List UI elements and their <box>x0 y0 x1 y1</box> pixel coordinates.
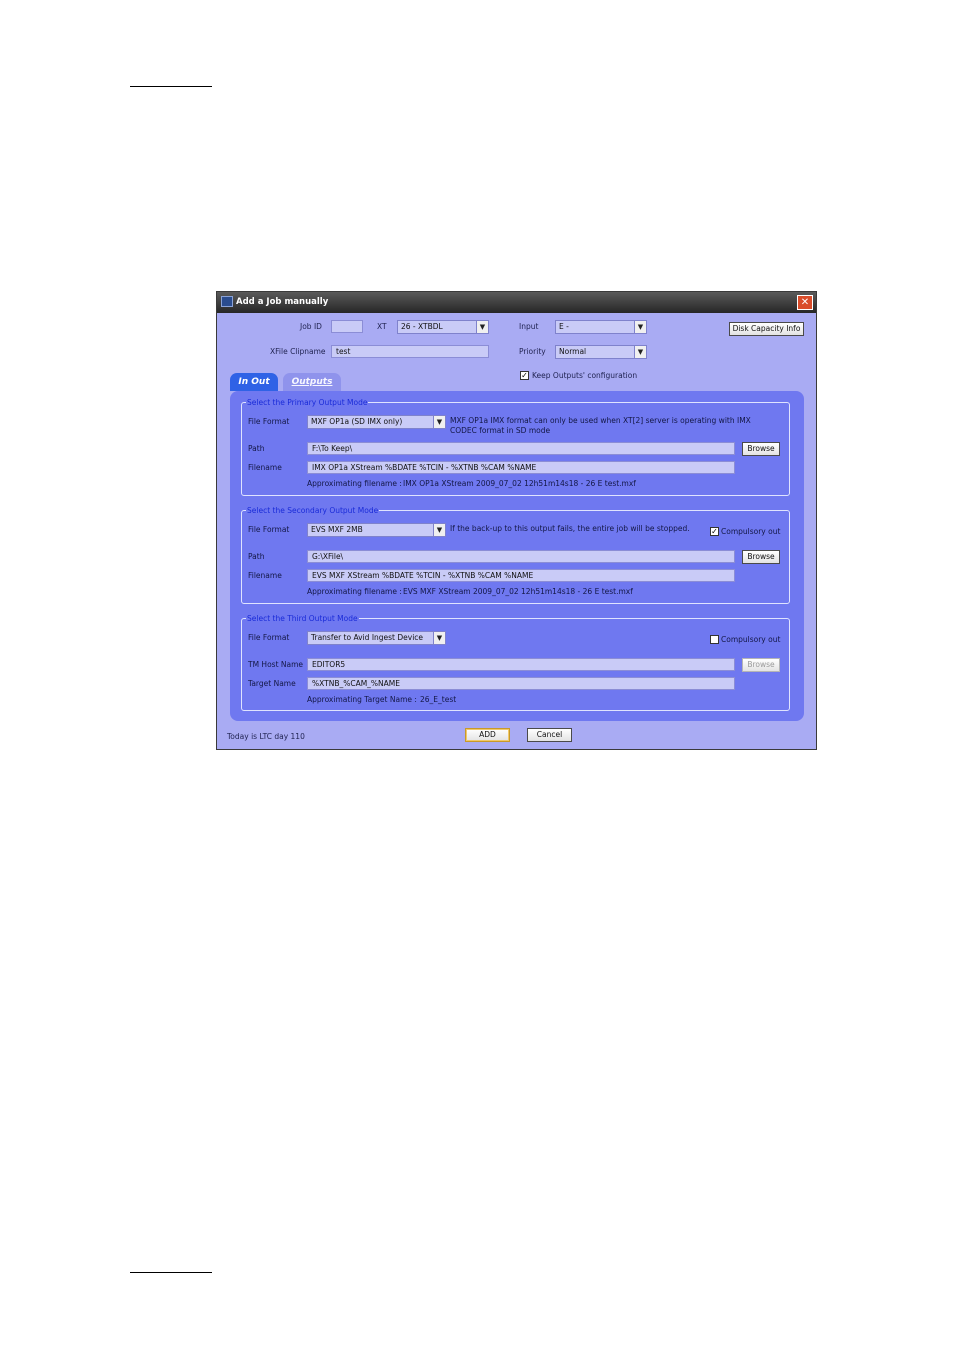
secondary-browse-button[interactable]: Browse <box>742 550 780 564</box>
secondary-format-note: If the back-up to this output fails, the… <box>450 524 690 533</box>
target-name-input[interactable]: %XTNB_%CAM_%NAME <box>307 677 735 690</box>
chevron-down-icon[interactable]: ▼ <box>634 346 646 358</box>
primary-filename-label: Filename <box>248 463 282 472</box>
chevron-down-icon[interactable]: ▼ <box>433 416 445 428</box>
primary-format-note: MXF OP1a IMX format can only be used whe… <box>450 416 751 435</box>
chevron-down-icon[interactable]: ▼ <box>634 321 646 333</box>
chevron-down-icon[interactable]: ▼ <box>433 632 445 644</box>
chevron-down-icon[interactable]: ▼ <box>433 524 445 536</box>
app-icon <box>221 296 233 307</box>
primary-path-label: Path <box>248 444 265 453</box>
xt-select[interactable]: 26 - XTBDL ▼ <box>397 320 489 334</box>
close-button[interactable]: ✕ <box>797 295 813 310</box>
third-compulsory-label: Compulsory out <box>721 635 781 644</box>
add-job-dialog: Add a Job manually ✕ Job ID XT 26 - XTBD… <box>216 291 817 750</box>
xfile-clipname-input[interactable]: test <box>331 345 489 358</box>
target-name-label: Target Name <box>248 679 296 688</box>
secondary-filename-input[interactable]: EVS MXF XStream %BDATE %TCIN - %XTNB %CA… <box>307 569 735 582</box>
primary-filename-input[interactable]: IMX OP1a XStream %BDATE %TCIN - %XTNB %C… <box>307 461 735 474</box>
priority-select-value: Normal <box>559 347 587 356</box>
secondary-filename-label: Filename <box>248 571 282 580</box>
job-id-input[interactable] <box>331 320 363 333</box>
input-label: Input <box>519 322 539 331</box>
secondary-file-format-value: EVS MXF 2MB <box>311 525 363 534</box>
primary-approx-value: IMX OP1a XStream 2009_07_02 12h51m14s18 … <box>403 479 636 488</box>
secondary-compulsory-label: Compulsory out <box>721 527 781 536</box>
secondary-file-format-label: File Format <box>248 525 290 534</box>
header-rule <box>130 86 212 87</box>
primary-path-input[interactable]: F:\To Keep\ <box>307 442 735 455</box>
primary-output-legend: Select the Primary Output Mode <box>247 398 368 407</box>
secondary-path-input[interactable]: G:\XFile\ <box>307 550 735 563</box>
priority-label: Priority <box>519 347 546 356</box>
in-out-panel: Select the Primary Output Mode File Form… <box>230 391 804 721</box>
footer-rule <box>130 1272 212 1273</box>
title-bar[interactable]: Add a Job manually ✕ <box>217 292 816 313</box>
tm-host-name-label: TM Host Name <box>248 660 304 669</box>
priority-select[interactable]: Normal ▼ <box>555 345 647 359</box>
third-file-format-value: Transfer to Avid Ingest Device <box>311 633 424 642</box>
secondary-output-legend: Select the Secondary Output Mode <box>247 506 379 515</box>
chevron-down-icon[interactable]: ▼ <box>476 321 488 333</box>
third-file-format-label: File Format <box>248 633 290 642</box>
secondary-compulsory-checkbox[interactable]: ✓ <box>710 527 719 536</box>
keep-outputs-label: Keep Outputs' configuration <box>532 371 638 380</box>
third-approx-value: 26_E_test <box>420 695 457 704</box>
xt-select-value: 26 - XTBDL <box>401 322 443 331</box>
xt-label: XT <box>377 322 387 331</box>
third-file-format-select[interactable]: Transfer to Avid Ingest Device ▼ <box>307 631 446 645</box>
tab-outputs[interactable]: Outputs <box>283 373 341 391</box>
tab-in-out[interactable]: In Out <box>230 373 278 391</box>
add-button[interactable]: ADD <box>465 728 510 742</box>
secondary-approx-value: EVS MXF XStream 2009_07_02 12h51m14s18 -… <box>403 587 633 596</box>
job-id-label: Job ID <box>300 322 322 331</box>
primary-browse-button[interactable]: Browse <box>742 442 780 456</box>
cancel-button[interactable]: Cancel <box>527 728 572 742</box>
ltc-day-status: Today is LTC day 110 <box>227 732 305 741</box>
xfile-clipname-label: XFile Clipname <box>270 347 326 356</box>
primary-file-format-value: MXF OP1a (SD IMX only) <box>311 417 403 426</box>
input-select[interactable]: E - ▼ <box>555 320 647 334</box>
window-title: Add a Job manually <box>236 297 329 307</box>
third-approx-label: Approximating Target Name : <box>307 695 417 704</box>
primary-file-format-label: File Format <box>248 417 290 426</box>
third-output-legend: Select the Third Output Mode <box>247 614 358 623</box>
secondary-file-format-select[interactable]: EVS MXF 2MB ▼ <box>307 523 446 537</box>
primary-approx-label: Approximating filename : <box>307 479 402 488</box>
third-compulsory-checkbox[interactable] <box>710 635 719 644</box>
tm-host-name-input[interactable]: EDITOR5 <box>307 658 735 671</box>
input-select-value: E - <box>559 322 569 331</box>
third-browse-button[interactable]: Browse <box>742 658 780 672</box>
secondary-approx-label: Approximating filename : <box>307 587 402 596</box>
secondary-path-label: Path <box>248 552 265 561</box>
primary-file-format-select[interactable]: MXF OP1a (SD IMX only) ▼ <box>307 415 446 429</box>
keep-outputs-checkbox[interactable]: ✓ <box>520 371 529 380</box>
disk-capacity-info-button[interactable]: Disk Capacity Info <box>729 322 804 336</box>
